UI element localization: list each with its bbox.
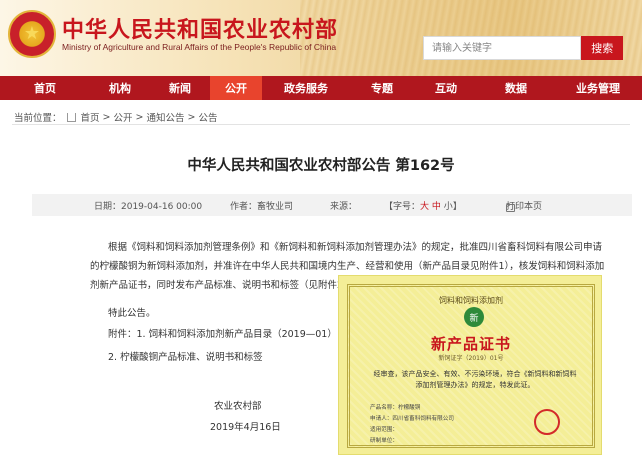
certificate-row: 产品名称：柠檬酸铜 [370,405,421,411]
nav-item-news[interactable]: 新闻 [150,76,210,100]
site-subtitle-en: Ministry of Agriculture and Rural Affair… [62,42,337,52]
search-input[interactable] [423,36,582,60]
certificate-row: 研制单位： [370,438,398,444]
breadcrumb-sep: > [135,111,144,123]
font-size-small[interactable]: 小 [444,202,453,212]
breadcrumb-public[interactable]: 公开 [114,110,133,124]
certificate-row: 适用范围： [370,427,398,433]
breadcrumb-sep: > [187,111,196,123]
certificate-body: 经审查，该产品安全、有效、不污染环境，符合《新饲料和新饲料添加剂管理办法》的规定… [373,370,577,389]
breadcrumb-notices[interactable]: 通知公告 [146,110,184,124]
site-header: ★ 中华人民共和国农业农村部 Ministry of Agriculture a… [0,0,642,76]
font-size-large[interactable]: 大 [420,202,429,212]
breadcrumb-prefix: 当前位置： [14,113,62,124]
nav-item-institutions[interactable]: 机构 [90,76,150,100]
certificate-number: 新饲证字（2019）01号 [438,355,504,362]
print-icon [506,204,515,212]
author: 作者：畜牧业司 [230,202,294,212]
breadcrumb-sep: > [102,111,111,123]
certificate-logo-icon: 新 [464,307,484,327]
search-button[interactable]: 搜索 [581,36,623,60]
nav-item-data[interactable]: 数据 [478,76,554,100]
breadcrumb-home[interactable]: 首页 [81,110,100,124]
site-title[interactable]: 中华人民共和国农业农村部 [62,12,338,44]
certificate-row: 申请人：四川省畜科饲料有限公司 [370,416,454,422]
national-emblem-icon[interactable]: ★ [8,10,56,58]
official-seal-icon [534,409,560,435]
certificate-image: 饲料和饲料添加剂 新 新产品证书 新饲证字（2019）01号 经审查，该产品安全… [338,275,602,455]
font-size-control: 【字号：大 中 小】 [384,202,462,212]
nav-item-business[interactable]: 业务管理 [554,76,642,100]
divider [12,124,630,125]
print-button[interactable]: 打印本页 [506,199,542,212]
breadcrumb-announcement[interactable]: 公告 [198,110,217,124]
nav-item-home[interactable]: 首页 [0,76,90,100]
home-icon [66,112,76,122]
article-meta-bar: 日期：2019-04-16 00:00 作者：畜牧业司 来源： 【字号：大 中 … [32,194,632,216]
certificate-frame: 饲料和饲料添加剂 新 新产品证书 新饲证字（2019）01号 经审查，该产品安全… [347,284,595,448]
search-bar: 搜索 [423,36,623,60]
font-size-medium[interactable]: 中 [432,202,441,212]
nav-item-topics[interactable]: 专题 [350,76,414,100]
certificate-title: 新产品证书 [430,335,511,353]
breadcrumb: 当前位置： 首页 > 公开 > 通知公告 > 公告 [14,110,217,125]
main-nav: 首页 机构 新闻 公开 政务服务 专题 互动 数据 业务管理 [0,76,642,100]
page-title: 中华人民共和国农业农村部公告 第162号 [187,158,455,174]
nav-item-services[interactable]: 政务服务 [262,76,350,100]
nav-item-public[interactable]: 公开 [210,76,262,100]
nav-item-interaction[interactable]: 互动 [414,76,478,100]
publish-date: 日期：2019-04-16 00:00 [94,202,203,212]
certificate-heading: 饲料和饲料添加剂 [439,296,503,305]
source: 来源： [330,202,358,212]
